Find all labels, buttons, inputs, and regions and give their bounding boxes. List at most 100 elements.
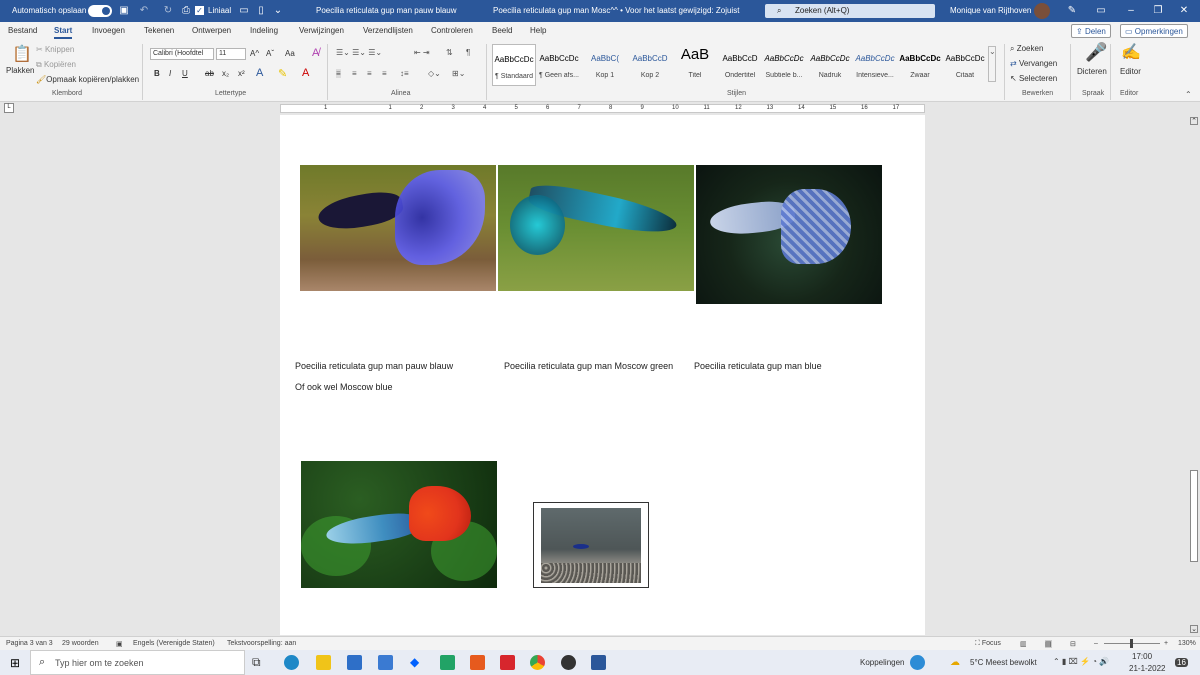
tab-invoegen[interactable]: Invoegen [92,26,125,35]
save-icon[interactable]: ▣ [118,5,130,17]
select-button[interactable]: ↖ Selecteren [1010,74,1057,83]
shrimp-photo-frame[interactable] [533,502,649,588]
replace-button[interactable]: ⇄ Vervangen [1010,59,1057,68]
office-icon[interactable] [470,655,485,670]
bold-button[interactable]: B [154,69,160,78]
guppy-photo-moscow-green[interactable] [498,165,694,291]
style-10[interactable]: AaBbCcDc Citaat [943,44,987,86]
tab-indeling[interactable]: Indeling [250,26,278,35]
line-spacing-icon[interactable]: ↕≡ [400,69,409,78]
strikethrough-button[interactable]: ab [205,69,214,78]
guppy-photo-pauw-blauw[interactable] [300,165,496,291]
tab-verwijzingen[interactable]: Verwijzingen [299,26,344,35]
font-name-select[interactable]: Calibri (Hoofdtel [150,48,214,60]
superscript-button[interactable]: x² [238,69,245,78]
search-box[interactable]: ⌕ Zoeken (Alt+Q) [765,4,935,18]
microphone-icon[interactable]: 🎤 [1085,42,1107,63]
align-center-icon[interactable]: ≡ [352,69,357,78]
proofing-icon[interactable]: ▣ [116,640,123,648]
language-status[interactable]: Engels (Verenigde Staten) [133,640,215,647]
collapse-ribbon-icon[interactable]: ⌃ [1185,90,1192,99]
tray-icons[interactable]: ⌃ ▮ ⌧ ⚡ ◔ 🔊 [1053,657,1109,666]
bullets-icon[interactable]: ☰⌄ ☰⌄ ☰⌄ [336,48,382,57]
dropbox-icon[interactable]: ◆ [410,655,425,670]
style-9[interactable]: AaBbCcDc Zwaar [898,44,942,86]
style-6[interactable]: AaBbCcDc Subtiele b... [762,44,806,86]
tab-verzendlijsten[interactable]: Verzendlijsten [363,26,413,35]
cut-button[interactable]: ✂ Knippen [36,45,74,54]
font-color-icon[interactable]: A [302,67,309,79]
style-7[interactable]: AaBbCcDc Nadruk [808,44,852,86]
font-size-select[interactable]: 11 [216,48,246,60]
caption-pauw-blauw[interactable]: Poecilia reticulata gup man pauw blauw [295,361,453,371]
doc-title-status[interactable]: Poecilia reticulata gup man Mosc^^ • Voo… [493,6,739,15]
subscript-button[interactable]: x₂ [222,69,229,78]
clock-time[interactable]: 17:00 [1132,652,1152,661]
scroll-down-icon[interactable]: ⌄ [1190,625,1198,633]
zoom-in-icon[interactable]: + [1164,640,1168,647]
user-name[interactable]: Monique van Rijthoven [950,6,1031,15]
acrobat-icon[interactable] [500,655,515,670]
autosave-toggle[interactable] [88,5,112,17]
dictate-button[interactable]: Dicteren [1077,67,1107,76]
task-view-icon[interactable]: ⧉ [252,655,267,670]
windows-start-icon[interactable]: ⊞ [10,656,20,670]
tab-beeld[interactable]: Beeld [492,26,512,35]
editor-button[interactable]: Editor [1120,67,1141,76]
clear-format-icon[interactable]: A̸ [312,47,319,59]
restore-icon[interactable]: ❐ [1152,5,1164,17]
tab-help[interactable]: Help [530,26,546,35]
store-icon[interactable] [347,655,362,670]
tab-start[interactable]: Start [54,26,73,39]
paste-icon[interactable]: 📋 [12,44,32,64]
scroll-thumb[interactable] [1190,470,1198,562]
read-mode-icon[interactable]: ▥ [1020,640,1027,648]
weather-text[interactable]: 5°C Meest bewolkt [970,658,1037,667]
align-left-icon[interactable]: ≡ [336,69,341,78]
tab-ontwerpen[interactable]: Ontwerpen [192,26,231,35]
zoom-level[interactable]: 130% [1178,640,1196,647]
print-layout-icon[interactable]: ▤ [1045,640,1052,648]
web-layout-icon[interactable]: ⊟ [1070,640,1076,648]
indent-icon[interactable]: ⇤ ⇥ [414,48,430,57]
italic-button[interactable]: I [169,69,171,78]
style-4[interactable]: AaB Titel [673,44,717,86]
align-right-icon[interactable]: ≡ [367,69,372,78]
caption-moscow-blue[interactable]: Of ook wel Moscow blue [295,382,393,392]
caption-blue[interactable]: Poecilia reticulata gup man blue [694,361,822,371]
word-count[interactable]: 29 woorden [62,640,99,647]
find-button[interactable]: ⌕ Zoeken [1010,44,1043,54]
pilcrow-icon[interactable]: ¶ [466,48,470,57]
page-count[interactable]: Pagina 3 van 3 [6,640,53,647]
print-icon[interactable]: ⎙ [180,5,192,17]
new-doc-icon[interactable]: ▭ [238,5,250,17]
taskbar-search[interactable]: ⌕ Typ hier om te zoeken [30,650,245,675]
guppy-photo-blue[interactable] [696,165,882,304]
tab-bestand[interactable]: Bestand [8,26,37,35]
text-effects-icon[interactable]: A [256,67,263,79]
app-green-icon[interactable] [440,655,455,670]
editor-pen-icon[interactable]: ✍ [1121,42,1141,62]
mail-icon[interactable] [378,655,393,670]
horizontal-ruler[interactable]: 1 1 2 3 4 5 6 7 8 9 10 11 12 13 14 15 16 17 [280,104,925,113]
paste-button[interactable]: Plakken [6,66,34,75]
ruler-checkbox[interactable]: ✓ [195,6,204,15]
style-1[interactable]: AaBbCcDc ¶ Geen afs... [537,44,581,86]
file-icon[interactable]: ▯ [255,5,267,17]
ribbon-display-icon[interactable]: ▭ [1095,5,1107,17]
caption-moscow-green[interactable]: Poecilia reticulata gup man Moscow green [504,361,673,371]
guppy-photo-red-tail[interactable] [301,461,497,588]
style-8[interactable]: AaBbCcDc Intensieve... [853,44,897,86]
redo-icon[interactable]: ↻ [162,5,174,17]
tab-controleren[interactable]: Controleren [431,26,473,35]
links-label[interactable]: Koppelingen [860,658,904,667]
help-icon[interactable] [910,655,925,670]
scroll-up-icon[interactable]: ⌃ [1190,117,1198,125]
copy-button[interactable]: ⧉ Kopiëren [36,60,76,70]
app-dark-icon[interactable] [561,655,576,670]
style-3[interactable]: AaBbCcD Kop 2 [628,44,672,86]
share-button[interactable]: ⇪ Delen [1071,24,1111,38]
styles-scroll-icon[interactable]: ⌄ [988,46,996,82]
shrink-font-button[interactable]: Aˇ [266,49,274,58]
tab-tekenen[interactable]: Tekenen [144,26,174,35]
